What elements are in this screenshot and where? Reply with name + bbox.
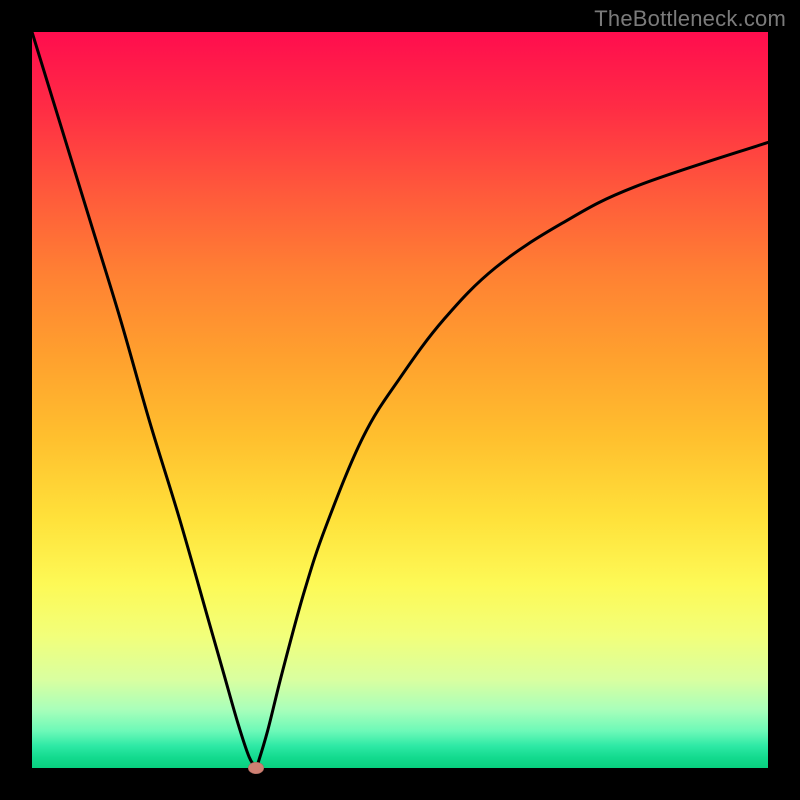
chart-frame: TheBottleneck.com (0, 0, 800, 800)
bottleneck-curve (32, 32, 768, 768)
minimum-marker (248, 762, 264, 774)
plot-area (32, 32, 768, 768)
curve-path (32, 32, 768, 768)
watermark-text: TheBottleneck.com (594, 6, 786, 32)
